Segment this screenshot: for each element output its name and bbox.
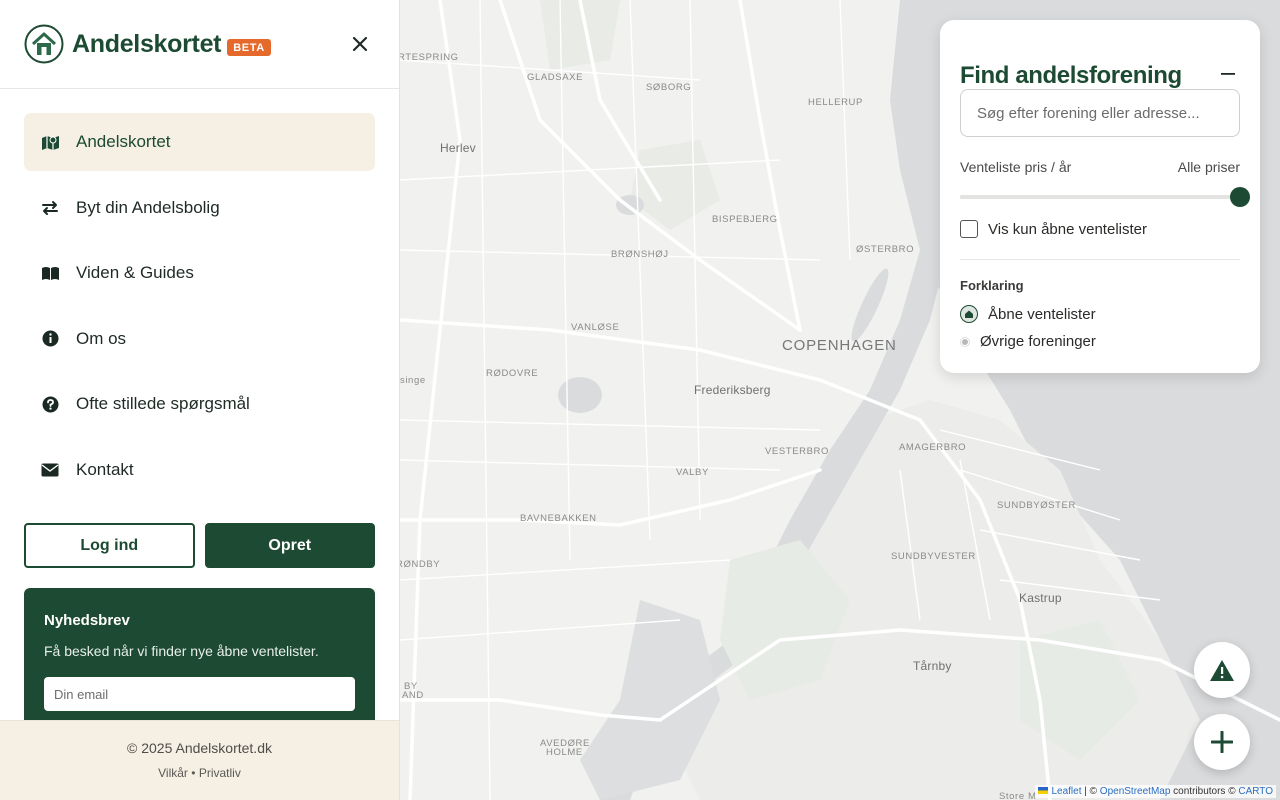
legend-open-row: Åbne ventelister [960, 305, 1096, 323]
nav-item-om-os[interactable]: Om os [24, 310, 375, 368]
minus-icon [1221, 73, 1235, 75]
book-icon [40, 263, 60, 283]
add-button[interactable] [1194, 714, 1250, 770]
map-label: COPENHAGEN [782, 337, 897, 354]
open-marker-icon [960, 305, 978, 323]
map-label: Frederiksberg [694, 383, 771, 397]
legend-title: Forklaring [960, 278, 1024, 293]
map-label: AMAGERBRO [899, 442, 967, 453]
search-panel: Find andelsforening Venteliste pris / år… [940, 20, 1260, 373]
map-icon [40, 132, 60, 152]
question-icon [40, 394, 60, 414]
search-input[interactable] [960, 89, 1240, 137]
legal-separator: • [191, 766, 196, 780]
attribution-mid: contributors © [1170, 786, 1239, 797]
legend-open-label: Åbne ventelister [988, 305, 1096, 323]
map-label: AND [402, 690, 424, 701]
auth-buttons: Log ind Opret [24, 523, 375, 568]
price-filter-row: Venteliste pris / år Alle priser [960, 159, 1240, 175]
only-open-label: Vis kun åbne ventelister [988, 220, 1147, 238]
nav-label: Andelskortet [76, 132, 171, 151]
ukraine-flag-icon [1038, 787, 1049, 794]
sidebar-header: Andelskortet BETA [0, 0, 399, 89]
nav-item-andelskortet[interactable]: Andelskortet [24, 113, 375, 171]
nav-label: Kontakt [76, 459, 134, 479]
map-label: SUNDBYØSTER [997, 500, 1076, 511]
map-label: ØSTERBRO [856, 244, 915, 255]
login-button[interactable]: Log ind [24, 523, 195, 568]
terms-link[interactable]: Vilkår [158, 766, 188, 780]
map-label: singe [400, 375, 426, 386]
map-label: Herlev [440, 141, 476, 155]
map-label: RTESPRING [400, 52, 459, 63]
brand-name: Andelskortet [72, 29, 222, 58]
logo-house-icon [24, 24, 64, 64]
panel-divider [960, 259, 1240, 260]
map-label: SØBORG [646, 82, 692, 93]
sidebar: Andelskortet BETA Andelskortet Byt din A… [0, 0, 400, 800]
map-label: VALBY [676, 467, 709, 478]
nav-label: Byt din Andelsbolig [76, 197, 220, 217]
osm-link[interactable]: OpenStreetMap [1100, 786, 1171, 797]
map-label: HOLME [546, 747, 583, 758]
map-label: Store M [999, 791, 1037, 800]
map-label: BISPEBJERG [712, 214, 778, 225]
attribution-sep: | © [1081, 786, 1100, 797]
envelope-icon [40, 460, 60, 480]
close-sidebar-button[interactable] [346, 30, 374, 58]
legend-other-row: Øvrige foreninger [960, 333, 1096, 350]
report-button[interactable] [1194, 642, 1250, 698]
newsletter-title: Nyhedsbrev [44, 612, 130, 629]
price-slider[interactable] [960, 187, 1250, 207]
leaflet-link[interactable]: Leaflet [1051, 786, 1081, 797]
nav-label: Viden & Guides [76, 263, 194, 282]
map-label: HELLERUP [808, 97, 863, 108]
map-label: BRØNSHØJ [611, 249, 669, 260]
main-nav: Andelskortet Byt din Andelsbolig Viden &… [24, 113, 375, 506]
map-label: Tårnby [913, 659, 952, 673]
map-label: BAVNEBAKKEN [520, 513, 597, 524]
map-label: SUNDBYVESTER [891, 551, 976, 562]
plus-icon [1211, 731, 1233, 753]
warning-icon [1210, 659, 1234, 681]
map-label: RØNDBY [400, 559, 441, 570]
map-label: VESTERBRO [765, 446, 829, 457]
info-icon [40, 329, 60, 349]
sidebar-footer: © 2025 Andelskortet.dk Vilkår • Privatli… [0, 720, 399, 800]
swap-arrows-icon [40, 198, 60, 218]
nav-item-viden[interactable]: Viden & Guides [24, 244, 375, 302]
nav-label: Ofte stillede spørgsmål [76, 394, 250, 413]
map-attribution: Leaflet | © OpenStreetMap contributors ©… [1035, 785, 1276, 798]
other-marker-icon [961, 337, 969, 346]
newsletter-text: Få besked når vi finder nye åbne venteli… [44, 643, 319, 659]
price-slider-track [960, 195, 1240, 199]
carto-link[interactable]: CARTO [1238, 786, 1273, 797]
beta-badge: BETA [227, 38, 271, 56]
map-label: VANLØSE [571, 322, 620, 333]
panel-title: Find andelsforening [960, 62, 1182, 89]
only-open-checkbox[interactable] [960, 220, 978, 238]
signup-button[interactable]: Opret [204, 523, 375, 568]
legal-links: Vilkår • Privatliv [0, 766, 399, 780]
price-slider-thumb[interactable] [1230, 187, 1250, 207]
logo[interactable]: Andelskortet BETA [24, 24, 271, 64]
map-label: RØDOVRE [486, 368, 539, 379]
newsletter-email-input[interactable] [44, 677, 355, 711]
map-label: GLADSAXE [527, 72, 584, 83]
nav-label: Om os [76, 328, 127, 348]
map-label: Kastrup [1019, 591, 1062, 605]
price-value: Alle priser [1177, 159, 1240, 175]
nav-item-kontakt[interactable]: Kontakt [24, 441, 375, 499]
copyright-text: © 2025 Andelskortet.dk [127, 740, 272, 756]
collapse-panel-button[interactable] [1218, 64, 1238, 84]
privacy-link[interactable]: Privatliv [199, 766, 241, 780]
price-label: Venteliste pris / år [960, 159, 1072, 175]
only-open-toggle[interactable]: Vis kun åbne ventelister [960, 220, 1147, 238]
close-icon [352, 36, 368, 52]
nav-item-byt[interactable]: Byt din Andelsbolig [24, 179, 375, 237]
nav-item-faq[interactable]: Ofte stillede spørgsmål [24, 375, 375, 433]
legend-other-label: Øvrige foreninger [980, 333, 1096, 350]
